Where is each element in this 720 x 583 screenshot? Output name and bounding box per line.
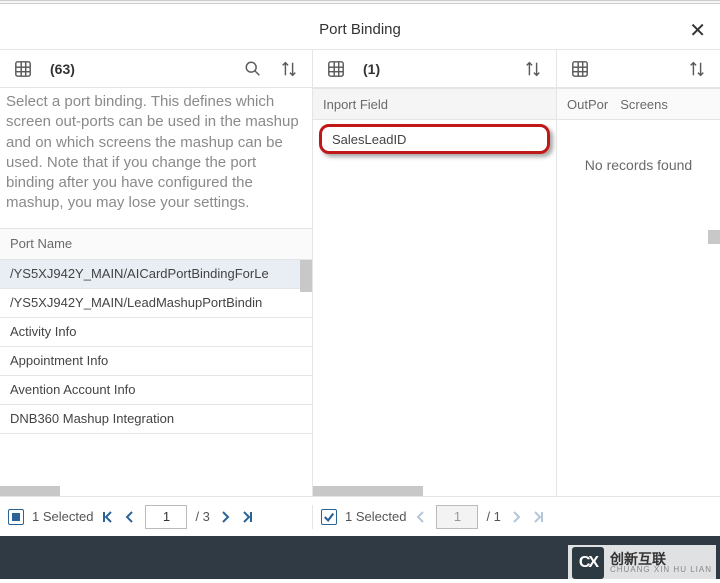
sort-icon[interactable]: [688, 60, 706, 78]
scrollbar-thumb[interactable]: [300, 260, 312, 292]
next-page-icon[interactable]: [509, 510, 523, 524]
outport-screens-panel: OutPor Screens No records found: [556, 88, 720, 496]
selected-count: 1 Selected: [345, 509, 406, 524]
brand-logo-icon: CX: [572, 547, 604, 579]
first-page-icon[interactable]: [101, 510, 115, 524]
toolbar: (63) (1): [0, 50, 720, 88]
prev-page-icon[interactable]: [414, 510, 428, 524]
horizontal-scrollbar-thumb[interactable]: [0, 486, 60, 496]
count-left: (63): [50, 61, 75, 77]
pager-bar: 1 Selected / 3 1 Selected / 1: [0, 496, 720, 536]
inport-field-panel: Inport Field SalesLeadID: [312, 88, 556, 496]
page-total: / 1: [486, 509, 500, 524]
grid-icon[interactable]: [571, 60, 589, 78]
last-page-icon[interactable]: [531, 510, 545, 524]
brand-name-en: CHUANG XIN HU LIAN: [610, 566, 712, 574]
sort-icon[interactable]: [524, 60, 542, 78]
dialog-title: Port Binding: [319, 21, 401, 38]
scrollbar-thumb[interactable]: [708, 230, 720, 244]
horizontal-scrollbar-thumb[interactable]: [313, 486, 423, 496]
no-records-label: No records found: [557, 120, 720, 210]
table-row[interactable]: Avention Account Info: [0, 376, 312, 405]
grid-icon[interactable]: [14, 60, 32, 78]
port-name-panel: Select a port binding. This defines whic…: [0, 88, 312, 496]
next-page-icon[interactable]: [218, 510, 232, 524]
sort-icon[interactable]: [280, 60, 298, 78]
outport-header: OutPor: [567, 97, 608, 112]
table-row[interactable]: /YS5XJ942Y_MAIN/AICardPortBindingForLe: [0, 260, 312, 289]
screens-header: Screens: [620, 97, 668, 112]
port-name-header: Port Name: [0, 228, 312, 260]
table-row[interactable]: DNB360 Mashup Integration: [0, 405, 312, 434]
port-name-list: /YS5XJ942Y_MAIN/AICardPortBindingForLe /…: [0, 260, 312, 497]
close-icon[interactable]: ✕: [689, 18, 706, 43]
table-row[interactable]: Activity Info: [0, 318, 312, 347]
page-input: [436, 505, 478, 529]
prev-page-icon[interactable]: [123, 510, 137, 524]
last-page-icon[interactable]: [240, 510, 254, 524]
page-input[interactable]: [145, 505, 187, 529]
selected-count: 1 Selected: [32, 509, 93, 524]
grid-icon[interactable]: [327, 60, 345, 78]
select-all-checkbox[interactable]: [8, 509, 24, 525]
inport-field-header: Inport Field: [313, 88, 556, 120]
table-row[interactable]: SalesLeadID: [319, 124, 550, 154]
count-mid: (1): [363, 61, 380, 77]
search-icon[interactable]: [244, 60, 262, 78]
description-text: Select a port binding. This defines whic…: [0, 88, 312, 228]
table-row[interactable]: Appointment Info: [0, 347, 312, 376]
page-total: / 3: [195, 509, 209, 524]
select-all-checkbox[interactable]: [321, 509, 337, 525]
dialog-titlebar: Port Binding ✕: [0, 10, 720, 50]
table-row[interactable]: /YS5XJ942Y_MAIN/LeadMashupPortBindin: [0, 289, 312, 318]
brand-name-cn: 创新互联: [610, 552, 712, 566]
brand-watermark: CX 创新互联 CHUANG XIN HU LIAN: [568, 545, 716, 581]
